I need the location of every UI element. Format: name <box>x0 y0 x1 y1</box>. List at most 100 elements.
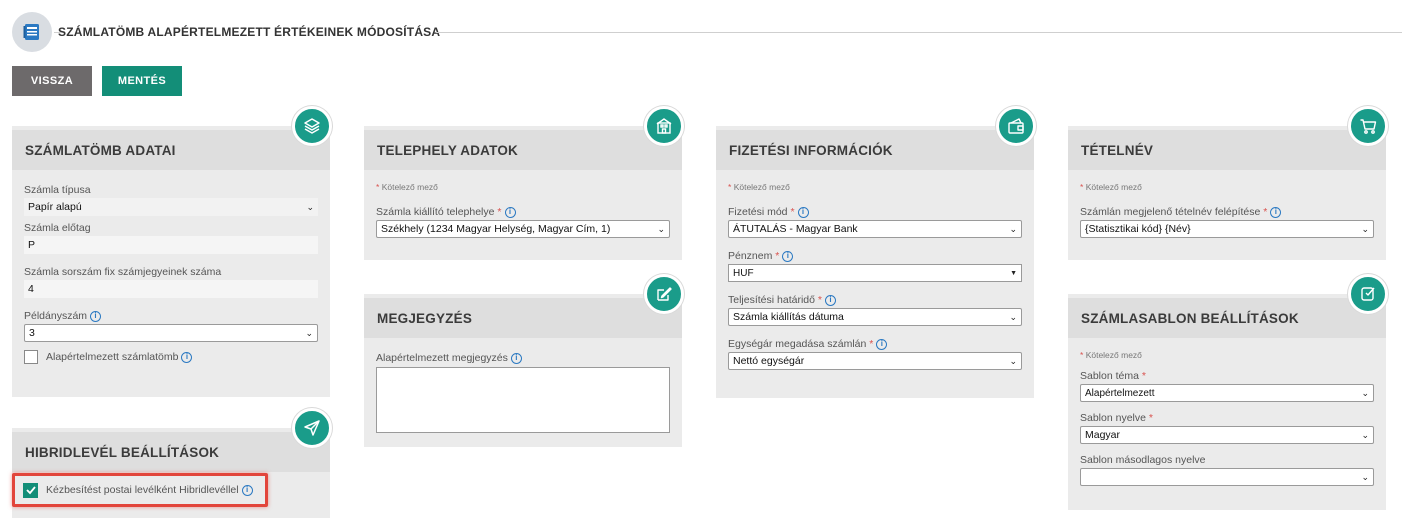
required-mark: * <box>376 182 380 192</box>
building-icon <box>644 106 684 146</box>
sablon-nyelv-select[interactable]: Magyar ⌄ <box>1080 426 1374 444</box>
select-value: {Statisztikai kód} {Név} <box>1085 223 1191 235</box>
egysegar-select[interactable]: Nettó egységár ⌄ <box>728 352 1022 370</box>
info-icon[interactable]: i <box>1270 206 1282 218</box>
chevron-down-icon: ⌄ <box>1009 223 1017 234</box>
szamla-elotag-field[interactable]: P <box>24 236 318 254</box>
select-value: Alapértelmezett <box>1085 387 1155 399</box>
alapertelmezett-szamlatomb-checkbox[interactable] <box>24 350 38 364</box>
edit-icon <box>644 274 684 314</box>
field-label: Számla sorszám fix számjegyeinek száma <box>24 266 222 278</box>
required-mark: * <box>1263 206 1268 218</box>
required-mark: * <box>1080 350 1084 360</box>
required-note: * Kötelező mező <box>1080 182 1374 192</box>
invoice-book-icon <box>12 12 52 52</box>
back-button[interactable]: VISSZA <box>12 66 92 96</box>
tetelnev-felepites-select[interactable]: {Statisztikai kód} {Név} ⌄ <box>1080 220 1374 238</box>
info-icon[interactable]: i <box>797 206 809 218</box>
required-mark: * <box>869 338 874 350</box>
required-note-text: Kötelező mező <box>1085 182 1142 192</box>
szamla-tipus-select[interactable]: Papír alapú ⌄ <box>24 198 318 216</box>
template-icon <box>1348 274 1388 314</box>
hibridlevel-highlight: Kézbesítést postai levélként Hibridlevél… <box>12 473 268 507</box>
info-icon[interactable]: i <box>824 294 836 306</box>
card-title: Fizetési információk <box>716 130 1034 170</box>
info-icon[interactable]: i <box>510 352 522 364</box>
field-label: Számla kiállító telephelye * i <box>376 206 670 218</box>
penznem-select[interactable]: HUF ▼ <box>728 264 1022 282</box>
sorszam-jegyek-field[interactable]: 4 <box>24 280 318 298</box>
select-value: ÁTUTALÁS - Magyar Bank <box>733 223 858 235</box>
info-icon[interactable]: i <box>782 250 794 262</box>
required-mark: * <box>1080 182 1084 192</box>
card-tetelnev: Tételnév * Kötelező mező Számlán megjele… <box>1068 106 1388 260</box>
sablon-masodlagos-nyelv-select[interactable]: ⌄ <box>1080 468 1374 486</box>
alapertelmezett-szamlatomb-row: Alapértelmezett számlatömb i <box>24 350 318 364</box>
layers-icon <box>292 106 332 146</box>
field-label: Teljesítési határidő * i <box>728 294 1022 306</box>
select-value: 3 <box>29 327 35 339</box>
page-title: Számlatömb alapértelmezett értékeinek mó… <box>58 25 441 39</box>
chevron-down-icon: ⌄ <box>1361 387 1369 398</box>
wallet-icon <box>996 106 1036 146</box>
card-fizetesi-informaciok: Fizetési információk * Kötelező mező Fiz… <box>716 106 1036 398</box>
card-szamlasablon: Számlasablon beállítások * Kötelező mező… <box>1068 274 1388 510</box>
required-mark: * <box>728 182 732 192</box>
field-label: Sablon téma * <box>1080 370 1374 382</box>
field-label-text: Egységár megadása számlán <box>728 338 867 350</box>
required-note-text: Kötelező mező <box>381 182 438 192</box>
kiallito-telephely-select[interactable]: Székhely (1234 Magyar Helység, Magyar Cí… <box>376 220 670 238</box>
peldanyszam-select[interactable]: 3 ⌄ <box>24 324 318 342</box>
sablon-tema-select[interactable]: Alapértelmezett ⌄ <box>1080 384 1374 402</box>
field-label-text: Fizetési mód <box>728 206 788 218</box>
info-icon[interactable]: i <box>504 206 516 218</box>
required-mark: * <box>817 294 822 306</box>
alapertelmezett-megjegyzes-textarea[interactable] <box>376 367 670 433</box>
required-mark: * <box>775 250 780 262</box>
chevron-down-icon: ⌄ <box>305 327 313 338</box>
field-label-text: Számlán megjelenő tételnév felépítése <box>1080 206 1261 218</box>
info-icon[interactable]: i <box>90 310 102 322</box>
card-title: Megjegyzés <box>364 298 682 338</box>
hibridlevel-checkbox[interactable] <box>23 482 38 498</box>
fizetesi-mod-select[interactable]: ÁTUTALÁS - Magyar Bank ⌄ <box>728 220 1022 238</box>
required-mark: * <box>790 206 795 218</box>
card-title: Hibridlevél beállítások <box>12 432 330 472</box>
field-label: Példányszám i <box>24 310 318 322</box>
required-note: * Kötelező mező <box>376 182 670 192</box>
field-label-text: Alapértelmezett megjegyzés <box>376 352 508 364</box>
field-label-text: Pénznem <box>728 250 773 262</box>
card-szamlatomb-adatai: Számlatömb adatai Számla típusa Papír al… <box>12 106 332 397</box>
required-mark: * <box>1148 412 1153 424</box>
checkbox-label: Kézbesítést postai levélként Hibridlevél… <box>46 484 239 496</box>
card-telephely: Telephely adatok * Kötelező mező Számla … <box>364 106 684 260</box>
save-button[interactable]: MENTÉS <box>102 66 182 96</box>
info-icon[interactable]: i <box>181 351 193 363</box>
field-label: Számla típusa <box>24 184 91 196</box>
chevron-down-icon: ⌄ <box>1009 311 1017 322</box>
header-divider <box>436 32 1402 33</box>
field-label-text: Számla kiállító telephelye <box>376 206 495 218</box>
required-note: * Kötelező mező <box>728 182 1022 192</box>
field-label: Egységár megadása számlán * i <box>728 338 1022 350</box>
required-note-text: Kötelező mező <box>1085 350 1142 360</box>
page-header: Számlatömb alapértelmezett értékeinek mó… <box>12 12 1402 52</box>
info-icon[interactable]: i <box>241 484 253 496</box>
select-value: Számla kiállítás dátuma <box>733 311 844 323</box>
checkbox-label: Alapértelmezett számlatömb <box>46 351 179 363</box>
field-label: Számla előtag <box>24 222 91 234</box>
field-label-text: Teljesítési határidő <box>728 294 815 306</box>
field-label-text: Sablon téma <box>1080 370 1139 382</box>
field-label-text: Sablon nyelve <box>1080 412 1146 424</box>
field-label: Alapértelmezett megjegyzés i <box>376 352 670 364</box>
card-megjegyzes: Megjegyzés Alapértelmezett megjegyzés i <box>364 274 684 447</box>
field-label: Pénznem * i <box>728 250 1022 262</box>
chevron-down-icon: ⌄ <box>657 223 665 234</box>
field-label: Sablon másodlagos nyelve <box>1080 454 1206 466</box>
card-title: Számlasablon beállítások <box>1068 298 1386 338</box>
field-label: Sablon nyelve * <box>1080 412 1374 424</box>
send-icon <box>292 408 332 448</box>
teljesitesi-hatarido-select[interactable]: Számla kiállítás dátuma ⌄ <box>728 308 1022 326</box>
select-value: Székhely (1234 Magyar Helység, Magyar Cí… <box>381 223 611 235</box>
info-icon[interactable]: i <box>876 338 888 350</box>
